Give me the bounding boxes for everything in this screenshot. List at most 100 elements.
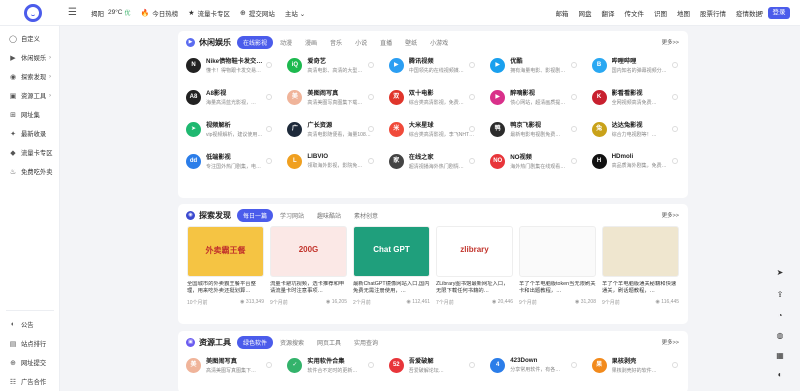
tab-learning[interactable]: 学习网站 bbox=[274, 209, 310, 222]
favorite-icon[interactable] bbox=[570, 62, 577, 68]
favorite-icon[interactable] bbox=[570, 158, 577, 164]
article-title[interactable]: 羊了个羊电脑版token当无限刷关卡和出题教程，… bbox=[519, 281, 596, 295]
favorite-icon[interactable] bbox=[672, 362, 678, 368]
article-title[interactable]: 最新ChatGPT镜像网站入口,国内免费无需注册使用，… bbox=[353, 281, 430, 295]
article-card[interactable]: 外卖霸王餐 全国城市的外卖霸王餐平台整理，用来吃外卖还挺划算… 10个月前 ◉ 313… bbox=[187, 226, 264, 316]
site-card[interactable]: ✓ 实用软件合集 软件合不定时的更新… bbox=[283, 353, 380, 377]
site-card[interactable]: 美美图闹写真 高清美图写真图集下… bbox=[182, 353, 279, 377]
tab-queries[interactable]: 实用查询 bbox=[348, 336, 384, 349]
article-thumbnail[interactable] bbox=[602, 226, 679, 277]
site-card[interactable]: B 哔哩哔哩 国内知名的弹幕视频分… bbox=[587, 53, 684, 77]
site-card[interactable]: L LIBVIO 领取海外影视，影院免… bbox=[283, 149, 380, 173]
nav-disk[interactable]: 网盘 bbox=[579, 8, 592, 18]
sidebar-item-explore[interactable]: ◉ 探索发现 › bbox=[0, 67, 59, 86]
share-icon[interactable]: ⇪ bbox=[774, 290, 786, 299]
favorite-icon[interactable] bbox=[367, 62, 374, 68]
article-card[interactable]: Chat GPT 最新ChatGPT镜像网站入口,国内免费无需注册使用，… 2个月前… bbox=[353, 226, 430, 316]
site-card[interactable]: NO NO视频 海外热门剧集在线观看… bbox=[486, 149, 583, 173]
site-card[interactable]: ▶ 醉嘀影视 债心网站，超清画质提… bbox=[486, 85, 583, 109]
article-card[interactable]: zlibrary ZLibrary图书馆最新网址入口，无限下载任何书籍的… 7个月前… bbox=[436, 226, 513, 316]
site-card[interactable]: ➤ 视频解析 vip视频解析，建议使用… bbox=[182, 117, 279, 141]
article-card[interactable]: 羊了个羊电脑版通关秘籍和快速通关，刷话题教程，… 9个月前 ◉ 116,445 bbox=[602, 226, 679, 316]
article-thumbnail[interactable] bbox=[519, 226, 596, 277]
quick-link-sim[interactable]: ★ 流量卡专区 bbox=[188, 8, 230, 18]
site-card[interactable]: 52 吾爱破解 吾爱破解论坛… bbox=[384, 353, 482, 377]
nav-translate[interactable]: 翻译 bbox=[602, 8, 615, 18]
quick-link-submit[interactable]: ⊕ 提交网站 bbox=[240, 8, 275, 18]
nav-map[interactable]: 地图 bbox=[677, 8, 690, 18]
favorite-icon[interactable] bbox=[570, 94, 577, 100]
more-link[interactable]: 更多>> bbox=[662, 38, 679, 46]
nav-stocks[interactable]: 股票行情 bbox=[700, 8, 726, 18]
site-card[interactable]: 鸭鸭京飞影视 最新电影电视剧免费… bbox=[486, 117, 583, 141]
tab-fun[interactable]: 趣味酷站 bbox=[311, 209, 347, 222]
tab-games[interactable]: 小游戏 bbox=[424, 36, 454, 49]
menu-toggle-icon[interactable]: ☰ bbox=[68, 7, 77, 18]
favorite-icon[interactable] bbox=[570, 126, 577, 132]
favorite-icon[interactable] bbox=[367, 126, 374, 132]
sidebar-item-takeout[interactable]: ♨ 免费吃外卖 bbox=[0, 162, 59, 181]
tab-green-software[interactable]: 绿色软件 bbox=[237, 335, 274, 349]
site-card[interactable]: 美美图闹写真 高清美图写真图集下载… bbox=[283, 85, 380, 109]
qq-icon[interactable]: ◔ bbox=[774, 311, 786, 320]
article-thumbnail[interactable]: zlibrary bbox=[436, 226, 513, 277]
article-card[interactable]: 200G 流量卡避坑视频，选卡推荐和申请流量卡时注意事项… 9个月前 ◉ 16,205 bbox=[270, 226, 347, 316]
site-card[interactable]: A8 A8影视 海量高清蓝光影视，… bbox=[182, 85, 279, 109]
sidebar-item-simcard[interactable]: ◆ 流量卡专区 bbox=[0, 143, 59, 162]
favorite-icon[interactable] bbox=[672, 94, 678, 100]
article-title[interactable]: 全国城市的外卖霸王餐平台整理，用来吃外卖还挺划算… bbox=[187, 281, 264, 295]
site-card[interactable]: iQ 爱奇艺 高清电影、高清的大型… bbox=[283, 53, 380, 77]
more-link[interactable]: 更多>> bbox=[662, 338, 679, 346]
favorite-icon[interactable] bbox=[367, 158, 374, 164]
site-card[interactable]: ▶ 优酷 拥有海量电影、影视剧… bbox=[486, 53, 583, 77]
qrcode-icon[interactable]: ▦ bbox=[774, 351, 786, 360]
nav-image-search[interactable]: 识图 bbox=[654, 8, 667, 18]
nav-mail[interactable]: 邮箱 bbox=[556, 8, 569, 18]
tab-novels[interactable]: 小说 bbox=[349, 36, 373, 49]
favorite-icon[interactable] bbox=[672, 126, 678, 132]
article-card[interactable]: 羊了个羊电脑版token当无限刷关卡和出题教程，… 9个月前 ◉ 31,208 bbox=[519, 226, 596, 316]
login-button[interactable]: 登录 bbox=[768, 7, 790, 19]
theme-toggle-icon[interactable]: ◐ bbox=[774, 370, 786, 379]
site-card[interactable]: 果果核剥壳 果核剥壳好的软件… bbox=[587, 353, 684, 377]
sidebar-item-ranking[interactable]: ▤ 站点排行 bbox=[0, 334, 60, 353]
sidebar-item-urlset[interactable]: ⊞ 网址集 bbox=[0, 105, 59, 124]
wechat-icon[interactable]: ◍ bbox=[774, 331, 786, 340]
tab-daily[interactable]: 每日一篇 bbox=[237, 208, 274, 222]
site-card[interactable]: 4 423Down 分享常用软件，有各… bbox=[486, 353, 583, 377]
site-card[interactable]: dd 低端影视 专注国外热门剧集，电… bbox=[182, 149, 279, 173]
article-thumbnail[interactable]: 外卖霸王餐 bbox=[187, 226, 264, 277]
more-link[interactable]: 更多>> bbox=[662, 211, 679, 219]
quick-link-hot[interactable]: 🔥 今日热榜 bbox=[141, 8, 179, 18]
sidebar-item-notice[interactable]: ◐ 公告 bbox=[0, 315, 60, 334]
arrow-icon[interactable]: ➤ bbox=[774, 268, 786, 277]
theme-select[interactable]: 主站 ⌄ bbox=[285, 8, 305, 18]
favorite-icon[interactable] bbox=[367, 94, 374, 100]
favorite-icon[interactable] bbox=[570, 362, 577, 368]
search-icon[interactable]: ⌕ bbox=[759, 7, 764, 18]
article-title[interactable]: 流量卡避坑视频，选卡推荐和申请流量卡时注意事项… bbox=[270, 281, 347, 295]
tab-creative[interactable]: 素材创意 bbox=[348, 209, 384, 222]
tab-music[interactable]: 音乐 bbox=[324, 36, 348, 49]
sidebar-item-latest[interactable]: ✦ 最新收录 bbox=[0, 124, 59, 143]
sidebar-item-ads[interactable]: ☷ 广告合作 bbox=[0, 372, 60, 391]
tab-comics[interactable]: 漫画 bbox=[299, 36, 323, 49]
site-card[interactable]: 家在线之家 超清视播海外热门剧情… bbox=[384, 149, 482, 173]
site-card[interactable]: K 影看看影视 全网视频高清免费… bbox=[587, 85, 684, 109]
tab-anime[interactable]: 动漫 bbox=[274, 36, 298, 49]
site-card[interactable]: ▶ 腾讯视频 中国领先的在线视频媒… bbox=[384, 53, 482, 77]
article-thumbnail[interactable]: 200G bbox=[270, 226, 347, 277]
site-card[interactable]: 米大米星球 综合类高清影视，李飞NHT… bbox=[384, 117, 482, 141]
nav-transfer[interactable]: 传文件 bbox=[625, 8, 645, 18]
sidebar-item-custom[interactable]: ◯ 自定义 bbox=[0, 29, 59, 48]
article-title[interactable]: ZLibrary图书馆最新网址入口，无限下载任何书籍的… bbox=[436, 281, 513, 295]
tab-resource-search[interactable]: 资源搜索 bbox=[274, 336, 310, 349]
site-card[interactable]: H HDmoli 高品质海外剧集，免费… bbox=[587, 149, 684, 173]
sidebar-item-resources[interactable]: ▣ 资源工具 › bbox=[0, 86, 59, 105]
site-card[interactable]: N Nike债物鞋卡发交… 懂卡！得物跟卡发交易… bbox=[182, 53, 279, 77]
tab-web-tools[interactable]: 网页工具 bbox=[311, 336, 347, 349]
tab-wallpaper[interactable]: 壁纸 bbox=[399, 36, 423, 49]
site-card[interactable]: 双双十电影 综合类高清影视，免费… bbox=[384, 85, 482, 109]
favorite-icon[interactable] bbox=[367, 362, 374, 368]
favorite-icon[interactable] bbox=[672, 158, 678, 164]
